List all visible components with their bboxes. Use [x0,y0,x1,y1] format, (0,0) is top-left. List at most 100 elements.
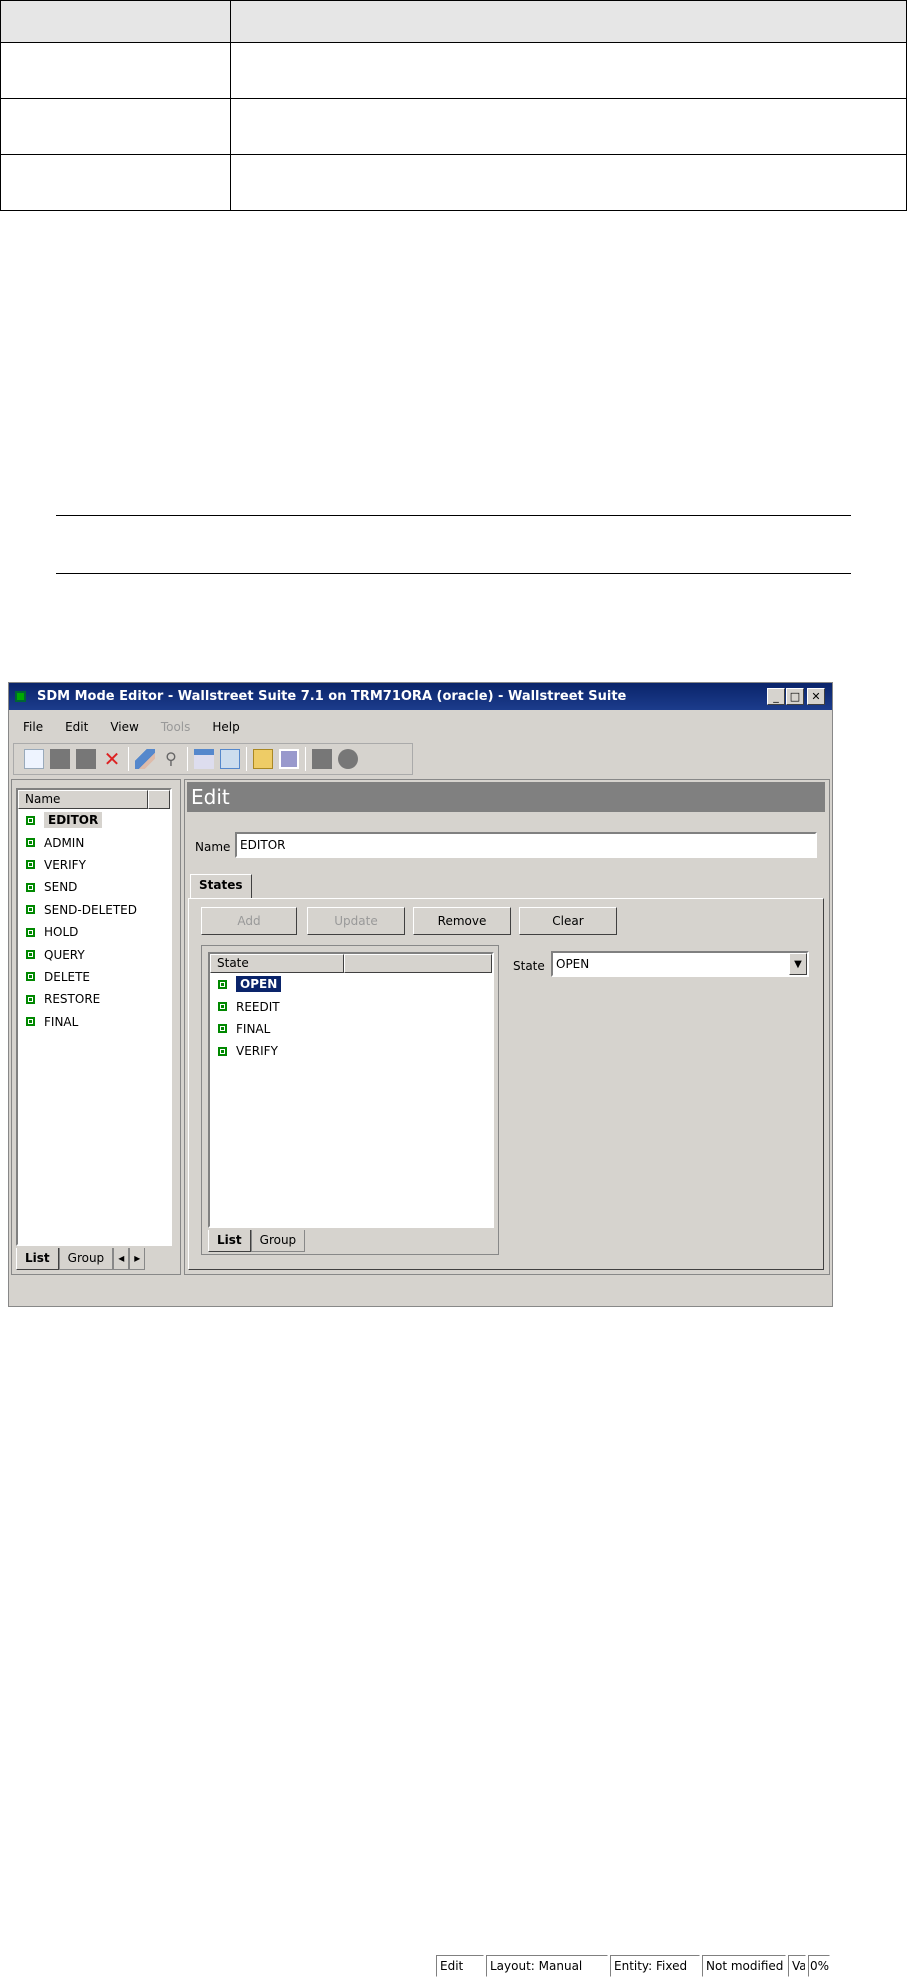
list-item-label: VERIFY [44,857,86,872]
table-cell [0,98,231,155]
list-item-label: OPEN [236,976,282,993]
menu-help[interactable]: Help [212,720,239,734]
app-window: SDM Mode Editor - Wallstreet Suite 7.1 o… [8,682,833,1977]
left-panel: Name EDITOR ADMIN VERIFY SEND SEND-DELETED HO… [11,779,181,1275]
list-item[interactable]: DELETE [18,966,170,988]
tab-list[interactable]: List [16,1248,59,1270]
window-title: SDM Mode Editor - Wallstreet Suite 7.1 o… [37,689,627,704]
state-label: State [513,959,545,973]
note-bottom-rule [56,573,851,574]
toolbar-separator [187,747,188,771]
list-item[interactable]: ADMIN [18,831,170,853]
note-top-rule [56,515,851,516]
column-header-empty [344,954,492,973]
list-item[interactable]: SEND [18,876,170,898]
list-item[interactable]: SEND-DELETED [18,899,170,921]
column-header-name[interactable]: Name [18,790,148,809]
clear-button[interactable]: Clear [519,907,617,935]
save-all-icon[interactable] [76,749,96,769]
tab-list[interactable]: List [208,1230,251,1252]
list-item-label: DELETE [44,969,91,984]
column-header-empty [148,790,170,809]
list-item-label: REEDIT [236,999,280,1014]
mode-list[interactable]: Name EDITOR ADMIN VERIFY SEND SEND-DELETED HO… [16,788,172,1246]
list-item[interactable]: REEDIT [210,995,492,1017]
list-item-label: VERIFY [236,1044,278,1059]
mode-state-icon [26,972,35,982]
update-button[interactable]: Update [307,907,405,935]
status-layout: Layout: Manual [486,1955,608,1977]
find-icon[interactable]: ⚲ [161,749,181,769]
maximize-button[interactable]: □ [786,688,804,705]
list-item[interactable]: RESTORE [18,988,170,1010]
eraser-icon[interactable] [135,749,155,769]
toolbar-separator [305,747,306,771]
properties-icon[interactable] [279,749,299,769]
menu-edit[interactable]: Edit [65,720,88,734]
list-item[interactable]: FINAL [210,1018,492,1040]
states-list[interactable]: State OPEN REEDIT FINAL VERIFY [208,952,494,1228]
scroll-left-button[interactable]: ◂ [113,1248,130,1270]
delete-icon[interactable]: ✕ [102,749,122,769]
mode-state-icon [26,1017,35,1027]
status-va: Va [788,1955,806,1977]
new-icon[interactable] [24,749,44,769]
list-item[interactable]: VERIFY [210,1040,492,1062]
table-cell [230,154,907,211]
list-item-label: RESTORE [44,992,101,1007]
mode-state-icon [26,950,35,960]
list-item-label: FINAL [44,1014,79,1029]
mode-state-icon [26,838,35,848]
open-folder-icon[interactable] [253,749,273,769]
list-item-label: FINAL [236,1021,271,1036]
mode-state-icon [218,1046,227,1056]
mode-state-icon [26,994,35,1004]
list-item-label: SEND [44,880,78,895]
list-item[interactable]: VERIFY [18,854,170,876]
stop-icon[interactable] [312,749,332,769]
list-item[interactable]: FINAL [18,1011,170,1033]
name-label: Name [195,840,231,854]
table-cell [0,154,231,211]
mode-state-icon [26,882,35,892]
menu-file[interactable]: File [23,720,43,734]
remove-button[interactable]: Remove [413,907,511,935]
list-item[interactable]: HOLD [18,921,170,943]
list-item-label: HOLD [44,925,79,940]
mode-state-icon [26,860,35,870]
column-header-state[interactable]: State [210,954,344,973]
list-item-label: QUERY [44,947,85,962]
settings-icon[interactable] [338,749,358,769]
list-item[interactable]: QUERY [18,943,170,965]
status-mode: Edit [436,1955,484,1977]
status-modified: Not modified [702,1955,786,1977]
toolbar: ✕ ⚲ [13,743,413,775]
mode-state-icon [218,1024,227,1034]
save-icon[interactable] [50,749,70,769]
edit-heading: Edit [187,782,825,812]
minimize-button[interactable]: _ [767,688,785,705]
menu-tools: Tools [160,720,191,734]
list-item[interactable]: EDITOR [18,809,170,831]
status-percent: 0% [808,1955,830,1977]
table-icon[interactable] [194,749,214,769]
tree-icon[interactable] [220,749,240,769]
list-item[interactable]: OPEN [210,973,492,995]
menu-view[interactable]: View [110,720,138,734]
list-item-label: ADMIN [44,835,85,850]
add-button[interactable]: Add [201,907,297,935]
state-select[interactable]: OPEN ▼ [551,951,809,977]
tab-group[interactable]: Group [250,1230,306,1252]
mode-state-icon [26,927,35,937]
title-bar: SDM Mode Editor - Wallstreet Suite 7.1 o… [9,683,832,710]
name-input[interactable]: EDITOR [235,832,817,858]
scroll-right-button[interactable]: ▸ [129,1248,146,1270]
tab-states[interactable]: States [190,874,252,898]
mode-state-icon [218,979,227,989]
mode-state-icon [26,815,35,825]
tab-group[interactable]: Group [58,1248,114,1270]
close-button[interactable]: ✕ [807,688,825,705]
list-item-label: EDITOR [44,812,103,829]
status-entity: Entity: Fixed [610,1955,700,1977]
chevron-down-icon[interactable]: ▼ [789,953,807,975]
